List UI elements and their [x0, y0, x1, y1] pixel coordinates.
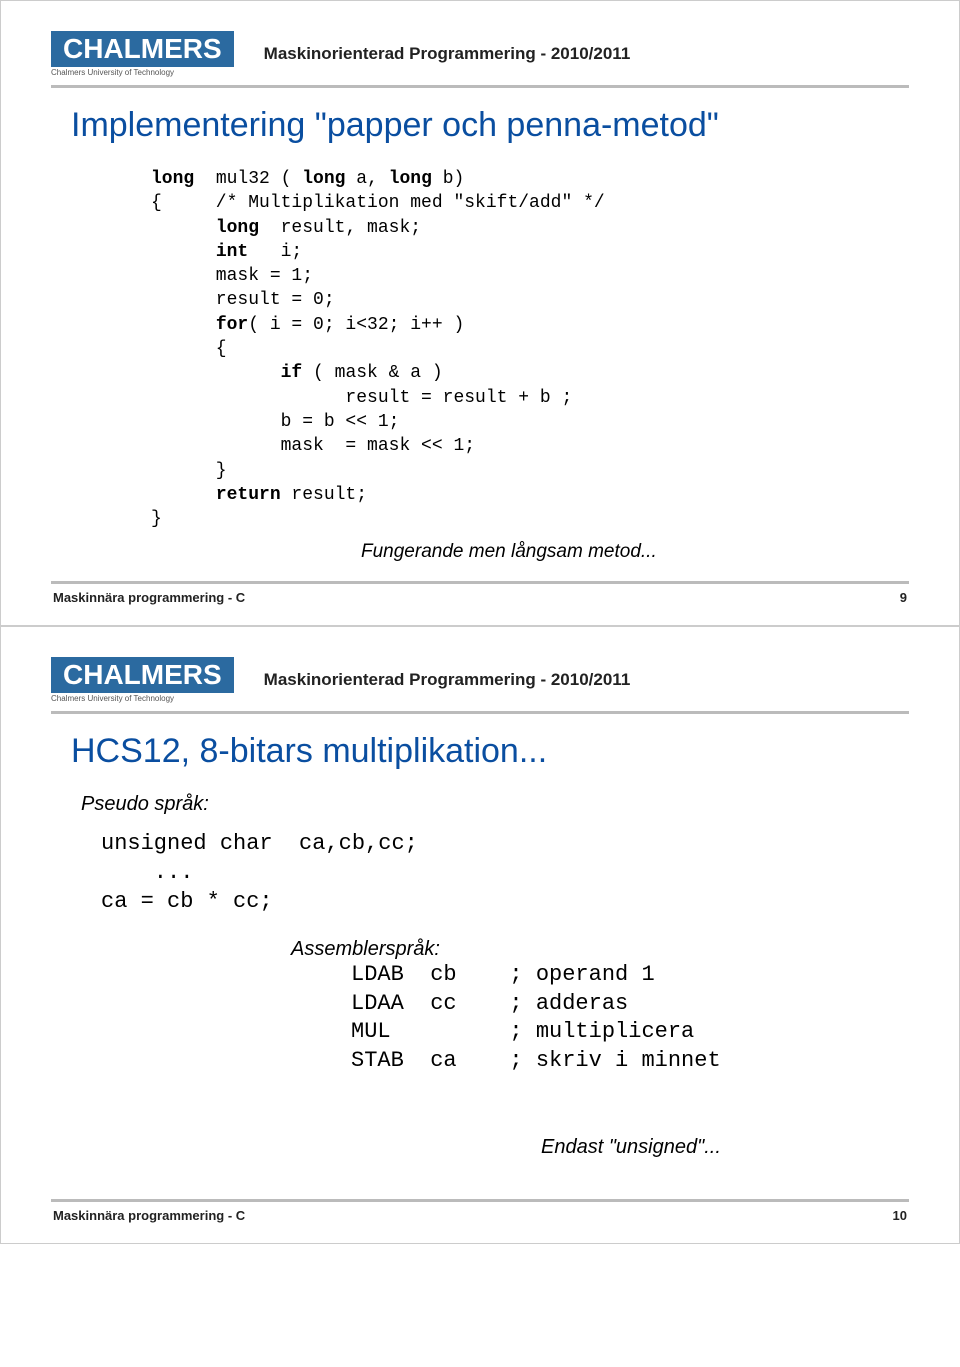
code-text	[151, 315, 216, 335]
code-line: result = result + b ;	[151, 388, 572, 408]
footer-row: Maskinnära programmering - C 9	[51, 590, 909, 605]
code-line: mask = 1;	[151, 266, 313, 286]
footer-divider	[51, 1199, 909, 1202]
code-text: result, mask;	[259, 218, 421, 238]
kw-if: if	[281, 363, 303, 383]
header-divider	[51, 85, 909, 88]
kw-return: return	[216, 485, 281, 505]
code-line: mask = mask << 1;	[151, 436, 475, 456]
header-row: CHALMERS Chalmers University of Technolo…	[51, 657, 909, 703]
code-text	[151, 242, 216, 262]
code-text: ( mask & a )	[302, 363, 442, 383]
code-line: unsigned char ca,cb,cc;	[101, 831, 418, 856]
chalmers-logo: CHALMERS	[51, 657, 234, 693]
code-block: long mul32 ( long a, long b) { /* Multip…	[151, 167, 909, 531]
slide-1-inner: CHALMERS Chalmers University of Technolo…	[1, 1, 959, 625]
code-text	[151, 485, 216, 505]
code-line: MUL ; multiplicera	[351, 1019, 694, 1044]
footer-divider	[51, 581, 909, 584]
code-line: {	[151, 339, 227, 359]
slide-title: HCS12, 8-bitars multiplikation...	[71, 732, 909, 771]
code-text	[151, 218, 216, 238]
code-text: b)	[432, 169, 464, 189]
code-line: }	[151, 461, 227, 481]
kw-int: int	[216, 242, 248, 262]
chalmers-logo: CHALMERS	[51, 31, 234, 67]
footer-left: Maskinnära programmering - C	[53, 1208, 245, 1223]
asm-label: Assemblerspråk:	[291, 938, 909, 961]
slide-2-inner: CHALMERS Chalmers University of Technolo…	[1, 627, 959, 1242]
code-line: LDAA cc ; adderas	[351, 991, 628, 1016]
code-line: { /* Multiplikation med "skift/add" */	[151, 193, 605, 213]
code-text: i;	[248, 242, 302, 262]
kw-long: long	[216, 218, 259, 238]
course-title: Maskinorienterad Programmering - 2010/20…	[264, 44, 631, 64]
end-note: Endast "unsigned"...	[541, 1136, 909, 1159]
header-divider	[51, 711, 909, 714]
code-text	[151, 363, 281, 383]
asm-code: LDAB cb ; operand 1 LDAA cc ; adderas MU…	[351, 961, 909, 1075]
slide-note: Fungerande men långsam metod...	[361, 541, 909, 563]
slide-1: CHALMERS Chalmers University of Technolo…	[0, 0, 960, 626]
code-text: a,	[345, 169, 388, 189]
code-line: STAB ca ; skriv i minnet	[351, 1048, 721, 1073]
course-title: Maskinorienterad Programmering - 2010/20…	[264, 670, 631, 690]
kw-for: for	[216, 315, 248, 335]
slide-title: Implementering "papper och penna-metod"	[71, 106, 909, 145]
pseudo-code: unsigned char ca,cb,cc; ... ca = cb * cc…	[101, 830, 909, 916]
code-line: ...	[101, 860, 193, 885]
code-line: result = 0;	[151, 290, 335, 310]
kw-long: long	[302, 169, 345, 189]
logo-subtitle: Chalmers University of Technology	[51, 68, 234, 77]
code-line: LDAB cb ; operand 1	[351, 962, 655, 987]
code-line: }	[151, 509, 162, 529]
code-line: b = b << 1;	[151, 412, 399, 432]
page-number: 10	[893, 1208, 907, 1223]
logo-subtitle: Chalmers University of Technology	[51, 694, 234, 703]
slide-2: CHALMERS Chalmers University of Technolo…	[0, 626, 960, 1243]
logo-block: CHALMERS Chalmers University of Technolo…	[51, 657, 234, 703]
footer-row: Maskinnära programmering - C 10	[51, 1208, 909, 1223]
code-text: mul32 (	[194, 169, 302, 189]
pseudo-label: Pseudo språk:	[81, 793, 909, 816]
kw-long: long	[389, 169, 432, 189]
logo-block: CHALMERS Chalmers University of Technolo…	[51, 31, 234, 77]
kw-long: long	[151, 169, 194, 189]
header-row: CHALMERS Chalmers University of Technolo…	[51, 31, 909, 77]
page-number: 9	[900, 590, 907, 605]
code-text: result;	[281, 485, 367, 505]
code-text: ( i = 0; i<32; i++ )	[248, 315, 464, 335]
code-line: ca = cb * cc;	[101, 889, 273, 914]
footer-left: Maskinnära programmering - C	[53, 590, 245, 605]
